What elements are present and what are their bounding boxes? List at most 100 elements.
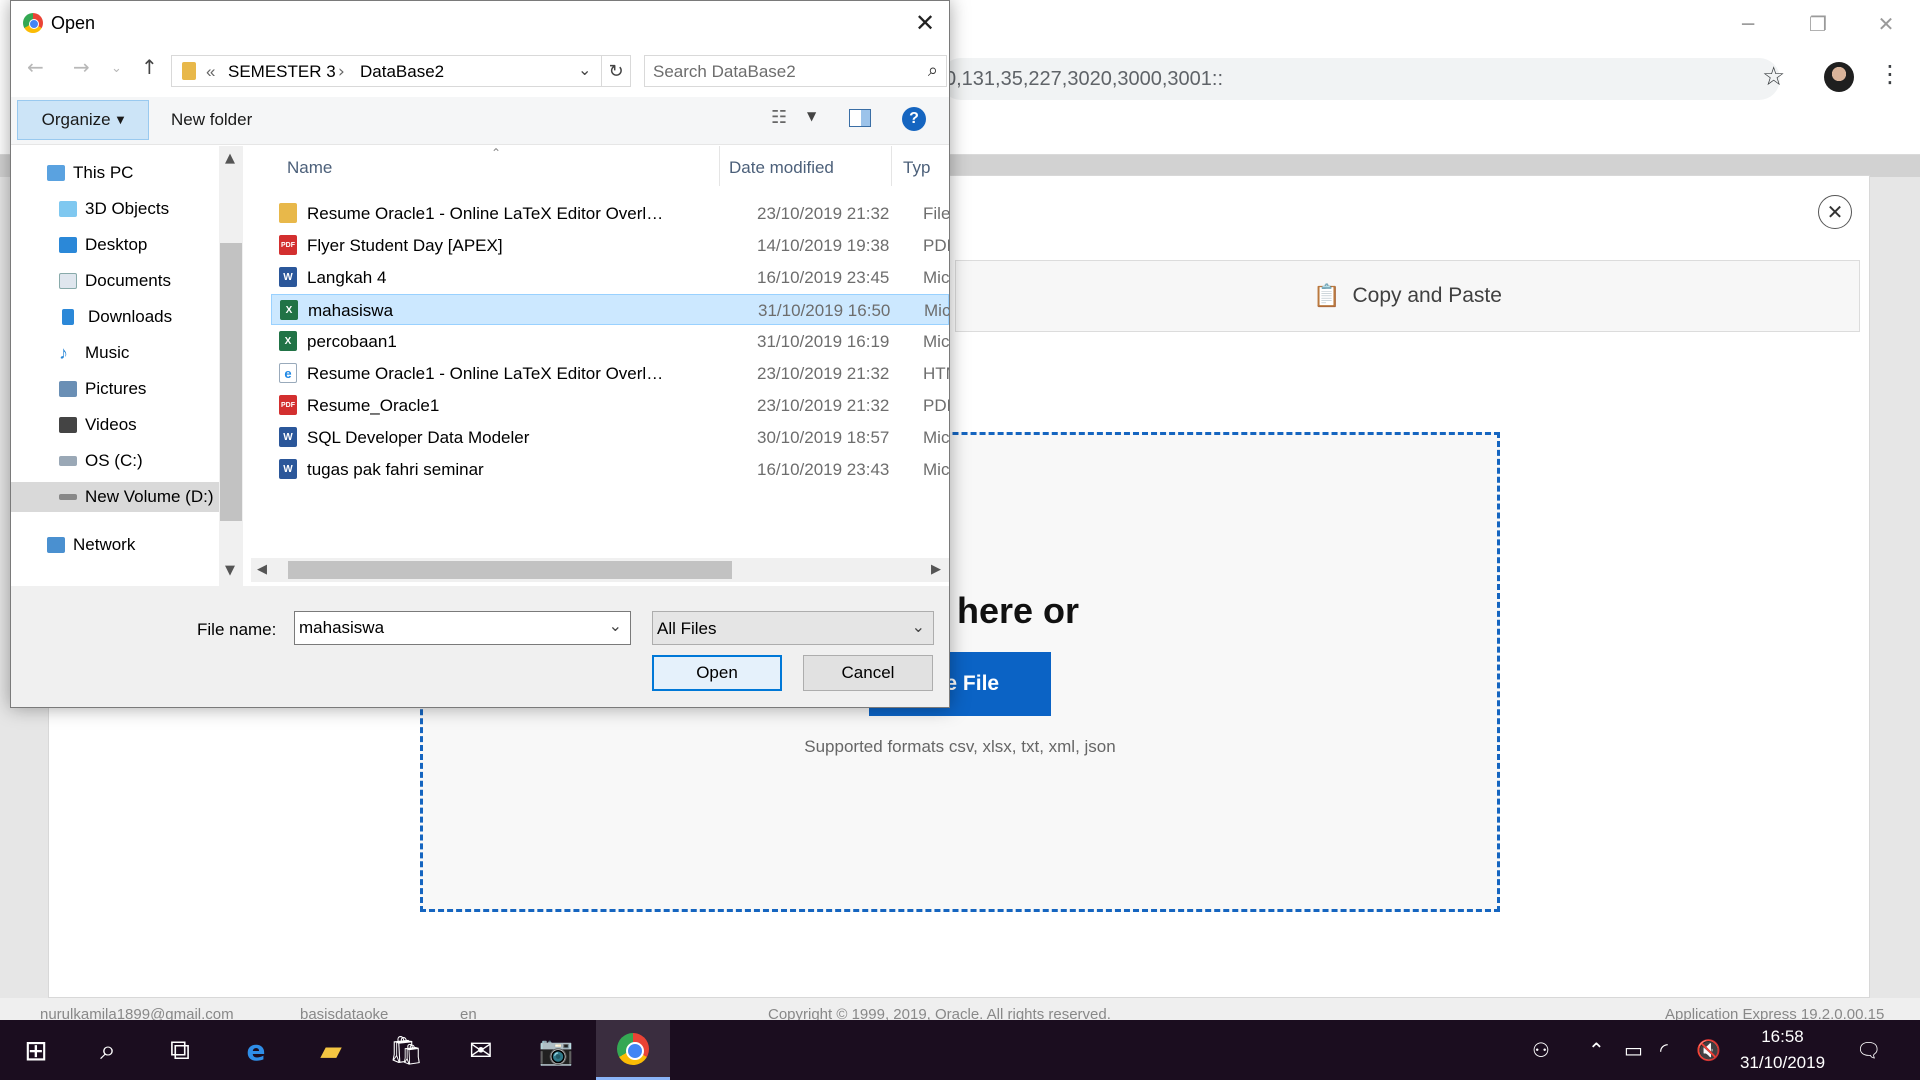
nav-item-this-pc[interactable]: This PC xyxy=(11,158,219,188)
column-separator[interactable] xyxy=(891,146,892,186)
tray-chevron-icon[interactable]: ⌃ xyxy=(1588,1020,1605,1080)
profile-avatar[interactable] xyxy=(1824,62,1854,92)
file-type: HTM xyxy=(923,364,949,383)
camera-icon[interactable]: 📷 xyxy=(520,1020,592,1080)
filter-value: All Files xyxy=(657,619,717,638)
search-icon[interactable]: ⌕ xyxy=(928,60,938,81)
file-row[interactable]: PDF Resume_Oracle1 23/10/2019 21:32 PDF xyxy=(271,390,949,421)
sort-up-icon: ⌃ xyxy=(491,146,502,160)
recent-locations-icon[interactable]: ⌄ xyxy=(111,61,122,76)
nav-item-os-c[interactable]: OS (C:) xyxy=(11,446,219,476)
excel-icon: X xyxy=(280,300,298,320)
nav-item-downloads[interactable]: Downloads xyxy=(11,302,219,332)
filename-combobox[interactable]: ⌄ xyxy=(294,611,631,645)
browser-menu-icon[interactable]: ⋮ xyxy=(1878,60,1902,88)
file-name: Resume Oracle1 - Online LaTeX Editor Ove… xyxy=(307,204,667,223)
nav-item-new-volume-d[interactable]: New Volume (D:) xyxy=(11,482,219,512)
nav-item-music[interactable]: ♪ Music xyxy=(11,338,219,368)
file-row-selected[interactable]: X mahasiswa 31/10/2019 16:50 Mic xyxy=(271,294,949,325)
forward-arrow-icon[interactable]: → xyxy=(73,55,90,79)
column-header-name[interactable]: Name xyxy=(287,158,332,178)
excel-icon: X xyxy=(279,331,297,351)
organize-button[interactable]: Organize ▼ xyxy=(17,100,149,140)
nav-item-videos[interactable]: Videos xyxy=(11,410,219,440)
scroll-left-icon[interactable]: ◀ xyxy=(257,562,267,577)
scroll-right-icon[interactable]: ▶ xyxy=(931,562,941,577)
filename-input[interactable] xyxy=(299,618,589,638)
copy-paste-tab[interactable]: 📋 Copy and Paste xyxy=(955,260,1860,332)
column-separator[interactable] xyxy=(719,146,720,186)
nav-item-network[interactable]: Network xyxy=(11,530,219,560)
task-view-icon[interactable]: ⧉ xyxy=(144,1020,216,1080)
file-date: 23/10/2019 21:32 xyxy=(757,396,890,415)
file-row[interactable]: PDF Flyer Student Day [APEX] 14/10/2019 … xyxy=(271,230,949,261)
nav-item-documents[interactable]: Documents xyxy=(11,266,219,296)
file-row[interactable]: W tugas pak fahri seminar 16/10/2019 23:… xyxy=(271,454,949,485)
file-date: 23/10/2019 21:32 xyxy=(757,364,890,383)
open-button[interactable]: Open xyxy=(652,655,782,691)
omnibox-url[interactable]: 0,131,35,227,3020,3000,3001:: xyxy=(945,68,1223,91)
restore-icon[interactable]: ❐ xyxy=(1788,6,1848,42)
column-header-date[interactable]: Date modified xyxy=(729,158,834,178)
view-dropdown-icon[interactable]: ▼ xyxy=(807,109,816,123)
store-icon[interactable]: 🛍 xyxy=(370,1020,442,1080)
breadcrumb-chevron-icon: › xyxy=(338,62,345,82)
search-box[interactable]: ⌕ xyxy=(644,55,947,87)
nav-item-3d-objects[interactable]: 3D Objects xyxy=(11,194,219,224)
search-input[interactable] xyxy=(653,62,903,82)
scroll-down-icon[interactable]: ▼ xyxy=(225,563,235,578)
search-icon[interactable]: ⌕ xyxy=(72,1020,144,1080)
file-name: percobaan1 xyxy=(307,332,397,351)
notifications-icon[interactable]: 🗨 xyxy=(1856,1020,1881,1080)
file-explorer-icon[interactable]: ▰ xyxy=(295,1020,367,1080)
browser-close-icon[interactable]: ✕ xyxy=(1856,6,1916,42)
cancel-button[interactable]: Cancel xyxy=(803,655,933,691)
supported-formats-text: Supported formats csv, xlsx, txt, xml, j… xyxy=(804,737,1116,756)
modal-close-icon[interactable]: ✕ xyxy=(1818,195,1852,229)
filename-dropdown-icon[interactable]: ⌄ xyxy=(609,616,622,635)
breadcrumb-database2[interactable]: DataBase2 xyxy=(360,62,444,82)
edge-icon[interactable]: e xyxy=(220,1020,292,1080)
breadcrumb-semester3[interactable]: SEMESTER 3 xyxy=(228,62,336,82)
html-icon: e xyxy=(279,363,297,383)
nav-scrollbar-thumb[interactable] xyxy=(220,243,242,521)
scroll-up-icon[interactable]: ▲ xyxy=(225,151,235,166)
change-view-icon[interactable]: ☷ xyxy=(771,107,787,128)
mail-icon[interactable]: ✉ xyxy=(445,1020,517,1080)
volume-mute-icon[interactable]: 🔇 xyxy=(1696,1020,1721,1080)
chrome-taskbar-icon[interactable] xyxy=(596,1020,670,1080)
breadcrumb-overflow[interactable]: « xyxy=(206,62,215,82)
address-bar[interactable]: « SEMESTER 3 › DataBase2 ⌄ xyxy=(171,55,631,87)
nav-item-label: Network xyxy=(73,535,136,554)
nav-item-desktop[interactable]: Desktop xyxy=(11,230,219,260)
wifi-icon[interactable]: ◜ xyxy=(1660,1020,1668,1080)
clipboard-icon: 📋 xyxy=(1313,283,1341,308)
file-row[interactable]: Resume Oracle1 - Online LaTeX Editor Ove… xyxy=(271,198,949,229)
back-arrow-icon[interactable]: ← xyxy=(27,55,44,79)
file-type-filter-select[interactable]: All Files ⌄ xyxy=(652,611,934,645)
nav-item-pictures[interactable]: Pictures xyxy=(11,374,219,404)
preview-pane-icon[interactable] xyxy=(849,109,871,127)
file-row[interactable]: W SQL Developer Data Modeler 30/10/2019 … xyxy=(271,422,949,453)
help-icon[interactable]: ? xyxy=(902,107,926,131)
file-row[interactable]: W Langkah 4 16/10/2019 23:45 Mic xyxy=(271,262,949,293)
address-dropdown-icon[interactable]: ⌄ xyxy=(578,60,591,79)
start-windows-icon[interactable]: ⊞ xyxy=(0,1020,72,1080)
file-row[interactable]: e Resume Oracle1 - Online LaTeX Editor O… xyxy=(271,358,949,389)
bookmark-star-icon[interactable]: ☆ xyxy=(1762,62,1785,92)
refresh-icon[interactable]: ↻ xyxy=(601,55,631,87)
dialog-close-icon[interactable]: ✕ xyxy=(907,7,943,39)
new-folder-button[interactable]: New folder xyxy=(171,110,252,130)
horizontal-scrollbar-thumb[interactable] xyxy=(288,561,732,579)
file-row[interactable]: X percobaan1 31/10/2019 16:19 Mic xyxy=(271,326,949,357)
column-header-type[interactable]: Typ xyxy=(903,158,930,178)
taskbar-clock[interactable]: 16:58 31/10/2019 xyxy=(1730,1024,1835,1076)
file-type: Mic xyxy=(923,428,949,447)
file-type: PDF xyxy=(923,396,949,415)
clock-time: 16:58 xyxy=(1761,1027,1804,1046)
file-date: 14/10/2019 19:38 xyxy=(757,236,890,255)
people-icon[interactable]: ⚇ xyxy=(1532,1020,1550,1080)
up-arrow-icon[interactable]: ↑ xyxy=(141,55,158,79)
battery-icon[interactable]: ▭ xyxy=(1624,1020,1643,1080)
minimize-icon[interactable]: ─ xyxy=(1718,6,1778,42)
